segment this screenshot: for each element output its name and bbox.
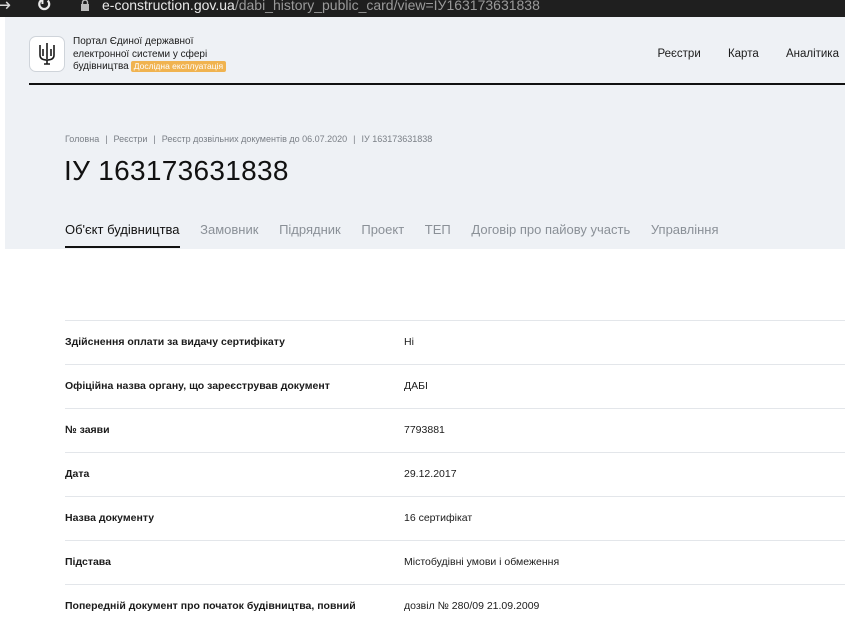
table-row: Здійснення оплати за видачу сертифікату … [65,320,845,364]
row-value: ДАБІ [404,380,428,392]
table-row: Назва документу 16 сертифікат [65,496,845,540]
row-label: Попередній документ про початок будівниц… [65,600,356,612]
tab-management[interactable]: Управління [651,222,719,246]
tab-shared-participation[interactable]: Договір про пайову участь [471,222,630,246]
portal-name-line2: електронної системи у сфері [73,48,208,60]
browser-address-bar: → ↻ e-construction.gov.ua/dabi_history_p… [0,0,845,17]
row-value: 29.12.2017 [404,468,457,480]
row-label: Підстава [65,556,111,568]
url-path: /dabi_history_public_card/view=ІУ1631736… [234,0,540,13]
breadcrumb-separator: | [153,134,156,144]
tab-project[interactable]: Проект [361,222,404,246]
portal-name[interactable]: Портал Єдиної державної електронної сист… [73,36,273,74]
breadcrumb-separator: | [353,134,356,144]
tab-bar: Об'єкт будівництва Замовник Підрядник Пр… [65,222,736,248]
beta-badge: Дослідна експлуатація [130,61,227,72]
portal-name-line3: будівництва [73,61,129,72]
row-label: № заяви [65,424,110,436]
table-row: Офіційна назва органу, що зареєстрував д… [65,364,845,408]
breadcrumb-registry[interactable]: Реєстр дозвільних документів до 06.07.20… [162,134,347,144]
url-domain: e-construction.gov.ua [102,0,235,13]
nav-analytics[interactable]: Аналітика [786,48,839,60]
tab-customer[interactable]: Замовник [200,222,258,246]
nav-map[interactable]: Карта [728,48,759,60]
left-edge [0,17,5,611]
lock-icon[interactable] [80,0,90,11]
row-label: Назва документу [65,512,155,524]
row-label: Офіційна назва органу, що зареєстрував д… [65,380,330,392]
row-label: Здійснення оплати за видачу сертифікату [65,336,285,348]
breadcrumb-current: ІУ 163173631838 [361,134,433,144]
trident-icon [39,43,55,65]
details-table: Здійснення оплати за видачу сертифікату … [65,320,845,628]
breadcrumb-separator: | [105,134,108,144]
table-row: Попередній документ про початок будівниц… [65,584,845,628]
row-value: Містобудівні умови і обмеження [404,556,560,568]
row-label: Дата [65,468,90,480]
row-value: дозвіл № 280/09 21.09.2009 [404,600,540,612]
breadcrumb: Головна | Реєстри | Реєстр дозвільних докуме… [65,134,432,144]
tab-tep[interactable]: ТЕП [425,222,451,246]
table-row: Підстава Містобудівні умови і обмеження [65,540,845,584]
site-header: Портал Єдиної державної електронної сист… [29,17,845,85]
nav-registries[interactable]: Реєстри [657,48,700,60]
breadcrumb-home[interactable]: Головна [65,134,99,144]
tab-construction-object[interactable]: Об'єкт будівництва [65,222,180,248]
forward-arrow-icon[interactable]: → [0,0,11,16]
table-row: Дата 29.12.2017 [65,452,845,496]
top-navigation: Реєстри Карта Аналітика [633,48,839,60]
page-title: ІУ 163173631838 [64,155,289,186]
tab-contractor[interactable]: Підрядник [279,222,341,246]
coat-of-arms-logo[interactable] [29,36,65,72]
portal-name-line1: Портал Єдиної державної [73,36,194,47]
row-value: 7793881 [404,424,445,436]
url-text[interactable]: e-construction.gov.ua/dabi_history_publi… [102,0,540,13]
reload-icon[interactable]: ↻ [36,0,52,16]
table-row: № заяви 7793881 [65,408,845,452]
breadcrumb-registries[interactable]: Реєстри [114,134,148,144]
row-value: 16 сертифікат [404,512,473,524]
row-value: Ні [404,336,414,348]
